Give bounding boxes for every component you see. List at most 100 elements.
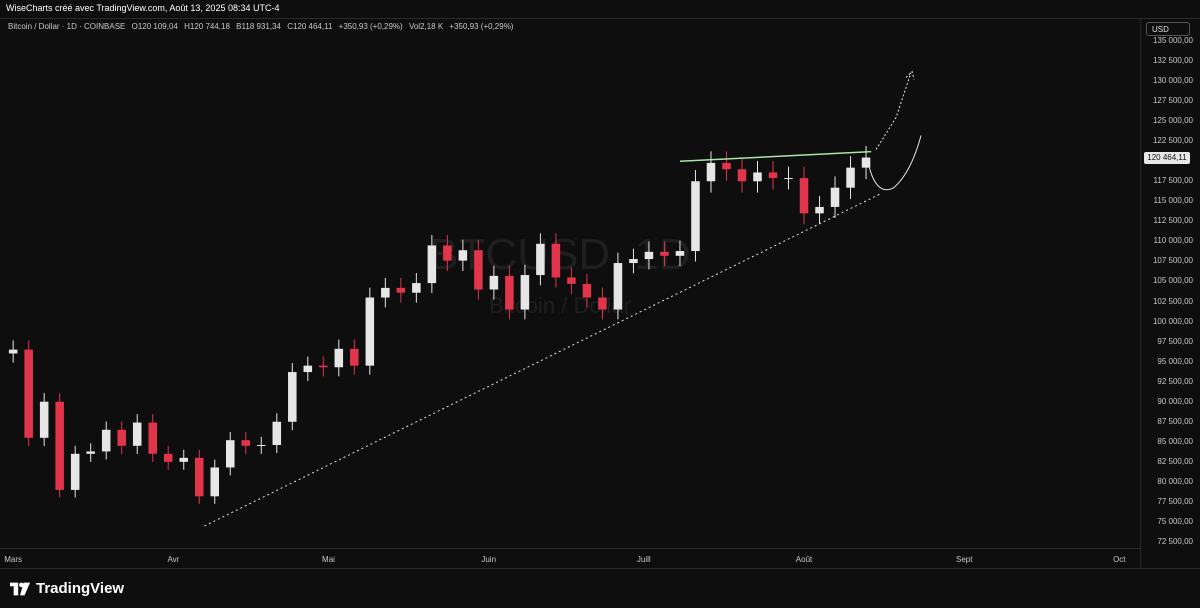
candle-body xyxy=(148,422,157,454)
candle-body xyxy=(536,243,545,276)
candle-body xyxy=(799,178,809,214)
candle-body xyxy=(86,451,95,454)
price-tick-label: 135 000,00 xyxy=(1152,36,1193,45)
candle-body xyxy=(551,243,561,278)
candle-body xyxy=(443,245,452,261)
tradingview-logo[interactable]: TradingView xyxy=(10,580,124,597)
time-axis[interactable]: Mars Avr Mai Juin Juill Août Sept Oct xyxy=(0,548,1140,569)
bullish-projection-path xyxy=(875,72,912,150)
candle-body xyxy=(474,250,483,290)
price-tick-label: 122 500,00 xyxy=(1152,136,1193,146)
time-tick-label: Juin xyxy=(481,555,497,564)
price-tick-label: 95 000,00 xyxy=(1157,356,1193,366)
tradingview-brand: TradingView xyxy=(36,580,125,597)
price-tick-label: 130 000,00 xyxy=(1152,76,1193,86)
price-tick-label: 107 500,00 xyxy=(1152,256,1193,266)
projection-arrowhead xyxy=(905,70,915,80)
last-price-label: 120 464,11 xyxy=(1144,152,1190,164)
bottom-bar: TradingView xyxy=(0,568,1200,608)
candle-body xyxy=(8,349,18,354)
candle-body xyxy=(737,169,747,182)
currency-button[interactable]: USD xyxy=(1146,22,1190,36)
candle-body xyxy=(458,250,468,261)
candle-body xyxy=(489,275,499,290)
price-tick-label: 102 500,00 xyxy=(1152,296,1193,306)
candle-body xyxy=(644,251,654,260)
candle-body xyxy=(55,401,64,490)
candle-body xyxy=(582,283,592,298)
time-tick-label: Juill xyxy=(636,555,651,564)
candle-body xyxy=(303,365,313,373)
price-tick-label: 85 000,00 xyxy=(1157,436,1193,446)
candlestick-chart[interactable] xyxy=(0,18,1140,548)
candle-body xyxy=(768,172,778,179)
candle-body xyxy=(830,187,840,207)
candle-body xyxy=(412,283,421,293)
time-tick-label: Mars xyxy=(4,555,23,564)
candle-body xyxy=(101,429,111,452)
candle-body xyxy=(381,287,390,298)
candle-body xyxy=(784,178,793,180)
candle-body xyxy=(132,422,142,446)
candle-body xyxy=(257,445,266,447)
candle-body xyxy=(691,181,700,252)
price-tick-label: 105 000,00 xyxy=(1152,276,1193,286)
candle-body xyxy=(567,277,576,284)
candle-body xyxy=(117,429,126,446)
candle-body xyxy=(396,287,406,293)
price-tick-label: 125 000,00 xyxy=(1152,116,1193,126)
candle-body xyxy=(629,259,638,264)
price-tick-label: 72 500,00 xyxy=(1157,537,1193,546)
support-trendline xyxy=(204,192,882,527)
candle-body xyxy=(520,275,530,310)
price-tick-label: 87 500,00 xyxy=(1157,416,1193,426)
candle-body xyxy=(334,348,344,368)
pullback-projection-curve xyxy=(867,135,922,191)
price-tick-label: 100 000,00 xyxy=(1152,316,1193,326)
candle-body xyxy=(815,206,824,214)
candle-body xyxy=(427,245,437,284)
candle-body xyxy=(722,162,731,170)
candle-body xyxy=(288,372,297,422)
candle-body xyxy=(660,251,669,256)
candle-body xyxy=(24,349,33,438)
price-tick-label: 92 500,00 xyxy=(1157,376,1193,386)
price-tick-label: 82 500,00 xyxy=(1157,456,1193,466)
price-tick-label: 132 500,00 xyxy=(1152,56,1193,66)
candle-body xyxy=(179,457,189,462)
candle-body xyxy=(706,162,716,182)
price-axis[interactable]: 135 000,00 132 500,00 130 000,00 127 500,00… xyxy=(1140,18,1200,568)
price-tick-label: 110 000,00 xyxy=(1153,236,1193,246)
candle-body xyxy=(194,457,204,497)
time-tick-label: Août xyxy=(795,555,813,564)
price-tick-label: 127 500,00 xyxy=(1152,96,1193,106)
price-tick-label: 77 500,00 xyxy=(1157,496,1193,506)
price-tick-label: 112 500,00 xyxy=(1153,216,1193,226)
price-tick-label: 97 500,00 xyxy=(1157,336,1193,346)
price-tick-label: 80 000,00 xyxy=(1157,476,1193,486)
candle-body xyxy=(598,297,607,310)
resistance-line xyxy=(679,150,872,162)
candle-body xyxy=(319,365,328,368)
price-tick-label: 75 000,00 xyxy=(1157,516,1193,526)
candle-body xyxy=(163,453,173,462)
attribution-text: WiseCharts créé avec TradingView.com, Ao… xyxy=(6,3,280,13)
candle-body xyxy=(241,440,251,446)
price-tick-label: 115 000,00 xyxy=(1153,196,1193,206)
candle-body xyxy=(365,297,375,366)
candle-body xyxy=(846,167,855,188)
top-bar: WiseCharts créé avec TradingView.com, Ao… xyxy=(0,0,1200,19)
price-tick-label: 117 500,00 xyxy=(1153,176,1193,186)
time-tick-label: Oct xyxy=(1113,555,1126,564)
candle-body xyxy=(210,467,220,497)
candle-body xyxy=(272,421,282,446)
candle-body xyxy=(39,401,49,438)
candle-body xyxy=(226,440,235,468)
candle-body xyxy=(675,251,685,256)
time-tick-label: Avr xyxy=(167,555,180,564)
time-tick-label: Mai xyxy=(322,555,335,564)
candle-body xyxy=(613,263,623,310)
time-tick-label: Sept xyxy=(956,555,973,564)
candle-body xyxy=(350,348,359,366)
candle-body xyxy=(505,275,514,310)
